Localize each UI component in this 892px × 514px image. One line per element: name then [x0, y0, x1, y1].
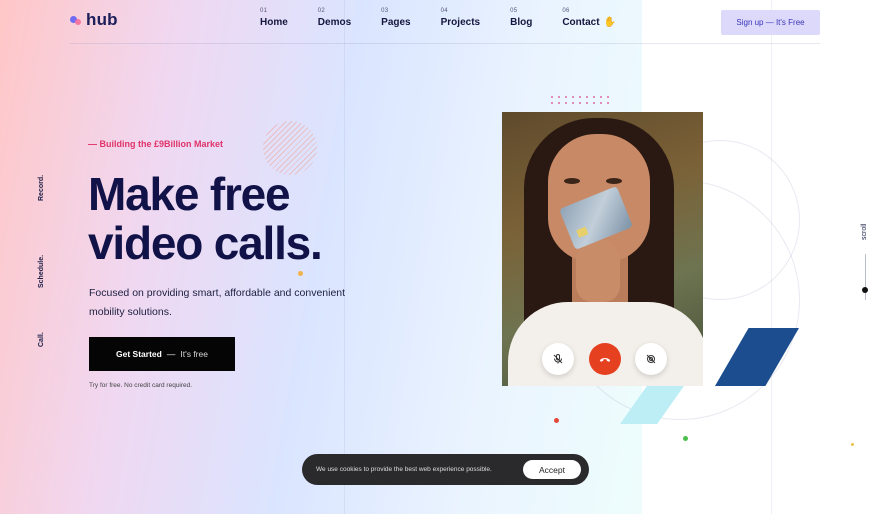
phone-hangup-icon	[599, 357, 611, 362]
nav-number: 02	[317, 8, 326, 14]
nav-item-projects[interactable]: 04 Projects	[441, 8, 480, 28]
nav-number: 06	[562, 8, 570, 14]
hero-subtext: Focused on providing smart, affordable a…	[89, 287, 346, 318]
dotted-grid-decoration	[551, 96, 609, 104]
microphone-off-icon	[553, 354, 563, 364]
dot-decoration	[683, 436, 688, 441]
nav-label: Blog	[510, 17, 533, 28]
nav-label: Pages	[381, 17, 411, 28]
scroll-indicator-dot[interactable]	[862, 287, 868, 293]
headline-line: video calls.	[88, 217, 323, 269]
get-started-button[interactable]: Get Started — It's free	[89, 337, 235, 371]
trial-note: Try for free. No credit card required.	[89, 382, 193, 389]
nav-number: 03	[381, 8, 389, 14]
nav-item-pages[interactable]: 03 Pages	[381, 8, 410, 28]
scroll-track[interactable]	[865, 254, 866, 300]
side-nav-call[interactable]: Call.	[38, 332, 45, 347]
scroll-label: scroll	[861, 223, 868, 240]
cta-label: Get Started	[116, 349, 162, 359]
logo-mark-icon	[70, 13, 86, 27]
hatched-circle-decoration	[263, 121, 317, 175]
logo-text: hub	[86, 10, 118, 29]
video-call-photo	[502, 112, 703, 386]
side-nav-schedule[interactable]: Schedule.	[38, 255, 45, 288]
signup-button[interactable]: Sign up — It's Free	[721, 10, 820, 35]
nav-label: Home	[260, 17, 288, 28]
header-divider	[70, 43, 820, 44]
grid-line	[344, 0, 345, 514]
site-header: hub 01 Home 02 Demos 03 Pages 04 Project…	[0, 0, 892, 44]
cta-free-label: It's free	[180, 349, 208, 359]
nav-item-blog[interactable]: 05 Blog	[510, 8, 532, 28]
nav-label: Contact	[562, 17, 600, 28]
dot-decoration	[851, 443, 854, 446]
waving-hand-icon: ✋	[603, 17, 616, 28]
nav-number: 04	[440, 8, 448, 14]
dot-decoration	[554, 418, 559, 423]
main-nav: 01 Home 02 Demos 03 Pages 04 Projects 05…	[260, 8, 646, 28]
nav-item-contact[interactable]: 06 Contact ✋	[562, 8, 616, 28]
nav-number: 01	[260, 8, 268, 14]
nav-label: Projects	[440, 17, 481, 28]
cookie-banner: We use cookies to provide the best web e…	[302, 454, 589, 485]
video-off-icon	[646, 354, 656, 364]
mute-microphone-button[interactable]	[542, 343, 574, 375]
hero-tagline: — Building the £9Billion Market	[88, 139, 224, 149]
end-call-button[interactable]	[589, 343, 621, 375]
cta-separator: —	[166, 349, 176, 359]
dot-decoration	[298, 271, 303, 276]
nav-label-wrap: Contact ✋	[562, 17, 616, 28]
side-nav-record[interactable]: Record.	[38, 175, 45, 201]
camera-off-button[interactable]	[635, 343, 667, 375]
headline-line: Make free	[88, 168, 291, 220]
nav-number: 05	[510, 8, 518, 14]
accept-cookies-button[interactable]: Accept	[523, 460, 581, 479]
nav-label: Demos	[317, 17, 352, 28]
nav-item-demos[interactable]: 02 Demos	[318, 8, 351, 28]
nav-item-home[interactable]: 01 Home	[260, 8, 288, 28]
logo[interactable]: hub	[70, 10, 118, 30]
cookie-text: We use cookies to provide the best web e…	[316, 466, 492, 473]
hero-headline: Make free video calls.	[88, 168, 323, 269]
